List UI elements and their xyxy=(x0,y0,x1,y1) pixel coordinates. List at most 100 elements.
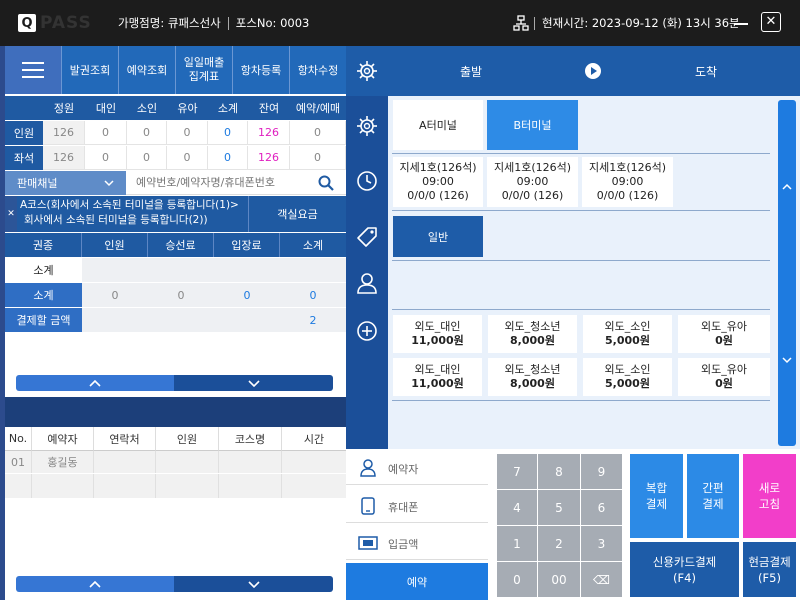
tab-terminal-b[interactable]: B터미널 xyxy=(487,100,578,150)
keypad-key[interactable]: 2 xyxy=(538,526,580,561)
fare-card[interactable]: 외도_유아 0원 xyxy=(678,315,770,353)
arrive-label[interactable]: 도착 xyxy=(695,63,717,80)
chevron-up-icon[interactable] xyxy=(782,180,792,193)
voyage-card[interactable]: 지세1호(126석) 09:00 0/0/0 (126) xyxy=(393,157,483,207)
table-row-empty xyxy=(219,474,282,498)
keypad-key[interactable]: 6 xyxy=(581,490,622,525)
ship-wheel-icon[interactable] xyxy=(356,115,378,137)
fare-card-price: 8,000원 xyxy=(510,377,555,390)
keypad-key[interactable]: 5 xyxy=(538,490,580,525)
resv-time[interactable] xyxy=(282,451,346,473)
fare-card-price: 11,000원 xyxy=(411,334,464,347)
refresh-button[interactable]: 새로 고침 xyxy=(743,454,796,538)
divider xyxy=(392,400,770,401)
reservation-search-input[interactable] xyxy=(126,171,346,195)
keypad-key[interactable]: 7 xyxy=(497,454,537,489)
stats-cell: 0 xyxy=(208,121,248,145)
chevron-up-icon xyxy=(89,377,101,390)
fare-scroll-down-button[interactable] xyxy=(174,375,333,391)
add-icon[interactable] xyxy=(356,320,378,342)
chevron-down-icon[interactable] xyxy=(782,354,792,367)
keypad-key[interactable]: 00 xyxy=(538,562,580,597)
keypad-key[interactable]: 9 xyxy=(581,454,622,489)
hamburger-menu-button[interactable] xyxy=(5,46,61,94)
sales-channel-select[interactable]: 판매채널 xyxy=(5,171,126,195)
nav-reservation-search[interactable]: 예약조회 xyxy=(118,46,175,94)
fare-card-price: 0원 xyxy=(715,377,733,390)
deposit-field[interactable]: 입금액 xyxy=(346,527,488,560)
keypad-key[interactable]: 4 xyxy=(497,490,537,525)
reservation-list-header-bar xyxy=(5,397,346,427)
play-arrow-icon[interactable] xyxy=(585,63,601,79)
fare-card[interactable]: 외도_청소년 8,000원 xyxy=(488,315,577,353)
booker-label: 예약자 xyxy=(388,463,419,476)
reserve-button[interactable]: 예약 xyxy=(346,563,488,600)
network-icon xyxy=(513,15,529,31)
payable-amount-value: 2 xyxy=(309,313,317,327)
resv-phone[interactable] xyxy=(94,451,156,473)
ship-wheel-icon[interactable] xyxy=(356,60,378,82)
booker-field[interactable]: 예약자 xyxy=(346,452,488,485)
stats-row-label: 좌석 xyxy=(5,146,43,170)
reservation-scroll-up-button[interactable] xyxy=(16,576,174,592)
nav-daily-sales[interactable]: 일일매출 집계표 xyxy=(175,46,232,94)
complex-payment-button[interactable]: 복합 결제 xyxy=(630,454,683,538)
chevron-up-icon xyxy=(89,578,101,591)
voyage-seats: 0/0/0 (126) xyxy=(596,189,659,202)
phone-field[interactable]: 휴대폰 xyxy=(346,490,488,523)
fare-card[interactable]: 외도_유아 0원 xyxy=(678,358,770,396)
reservation-scroll-down-button[interactable] xyxy=(174,576,333,592)
divider xyxy=(392,153,770,154)
nav-voyage-edit[interactable]: 항차수정 xyxy=(289,46,346,94)
fare-card[interactable]: 외도_대인 11,000원 xyxy=(393,315,482,353)
close-icon[interactable]: ✕ xyxy=(5,196,17,232)
voyage-name: 지세1호(126석) xyxy=(588,161,667,174)
seat-type-general-button[interactable]: 일반 xyxy=(393,216,483,257)
fare-scroll-up-button[interactable] xyxy=(16,375,174,391)
resv-header: 코스명 xyxy=(219,427,282,451)
table-row-empty xyxy=(156,474,219,498)
current-time-text: 현재시간: 2023-09-12 (화) 13시 36분 xyxy=(542,16,740,30)
backspace-icon[interactable]: ⌫ xyxy=(581,562,622,597)
search-icon[interactable] xyxy=(318,175,334,191)
guest-fee-button[interactable]: 객실요금 xyxy=(248,196,346,232)
fare-card[interactable]: 외도_대인 11,000원 xyxy=(393,358,482,396)
stats-header: 정원 xyxy=(43,96,85,120)
tag-icon[interactable] xyxy=(356,226,378,248)
stats-cell: 0 xyxy=(127,121,167,145)
store-info: 가맹점명: 큐패스선사 포스No: 0003 xyxy=(118,15,309,31)
resv-course[interactable] xyxy=(219,451,282,473)
fare-card[interactable]: 외도_소인 5,000원 xyxy=(583,315,672,353)
stats-row-label: 인원 xyxy=(5,121,43,145)
deposit-label: 입금액 xyxy=(388,538,419,551)
voyage-name: 지세1호(126석) xyxy=(493,161,572,174)
fare-card[interactable]: 외도_청소년 8,000원 xyxy=(488,358,577,396)
tab-terminal-a[interactable]: A터미널 xyxy=(393,100,483,150)
resv-name[interactable]: 홍길동 xyxy=(32,451,94,473)
current-time: 현재시간: 2023-09-12 (화) 13시 36분 xyxy=(534,15,740,31)
user-icon[interactable] xyxy=(356,272,378,294)
fare-subtotal-label: 소계 xyxy=(33,264,54,277)
vertical-scrollbar[interactable] xyxy=(778,100,796,446)
keypad-key[interactable]: 1 xyxy=(497,526,537,561)
minimize-button[interactable] xyxy=(732,14,750,32)
table-row[interactable]: 01 xyxy=(5,451,32,473)
nav-ticket-search[interactable]: 발권조회 xyxy=(61,46,118,94)
voyage-card[interactable]: 지세1호(126석) 09:00 0/0/0 (126) xyxy=(582,157,673,207)
resv-count[interactable] xyxy=(156,451,219,473)
card-payment-button[interactable]: 신용카드결제 (F4) xyxy=(630,542,739,597)
close-button[interactable]: ✕ xyxy=(761,12,781,32)
keypad-key[interactable]: 8 xyxy=(538,454,580,489)
keypad-key[interactable]: 0 xyxy=(497,562,537,597)
clock-icon[interactable] xyxy=(356,170,378,192)
stats-cell: 126 xyxy=(248,121,290,145)
fare-card[interactable]: 외도_소인 5,000원 xyxy=(583,358,672,396)
fare-header: 입장료 xyxy=(214,233,280,257)
course-name[interactable]: A코스(회사에서 소속된 터미널을 등록합니다(1)> 회사에서 소속된 터미널… xyxy=(20,198,245,228)
nav-voyage-register[interactable]: 항차등록 xyxy=(232,46,289,94)
keypad-key[interactable]: 3 xyxy=(581,526,622,561)
cash-payment-button[interactable]: 현금결제 (F5) xyxy=(743,542,796,597)
voyage-card[interactable]: 지세1호(126석) 09:00 0/0/0 (126) xyxy=(487,157,578,207)
depart-label[interactable]: 출발 xyxy=(460,63,482,80)
simple-payment-button[interactable]: 간편 결제 xyxy=(687,454,739,538)
